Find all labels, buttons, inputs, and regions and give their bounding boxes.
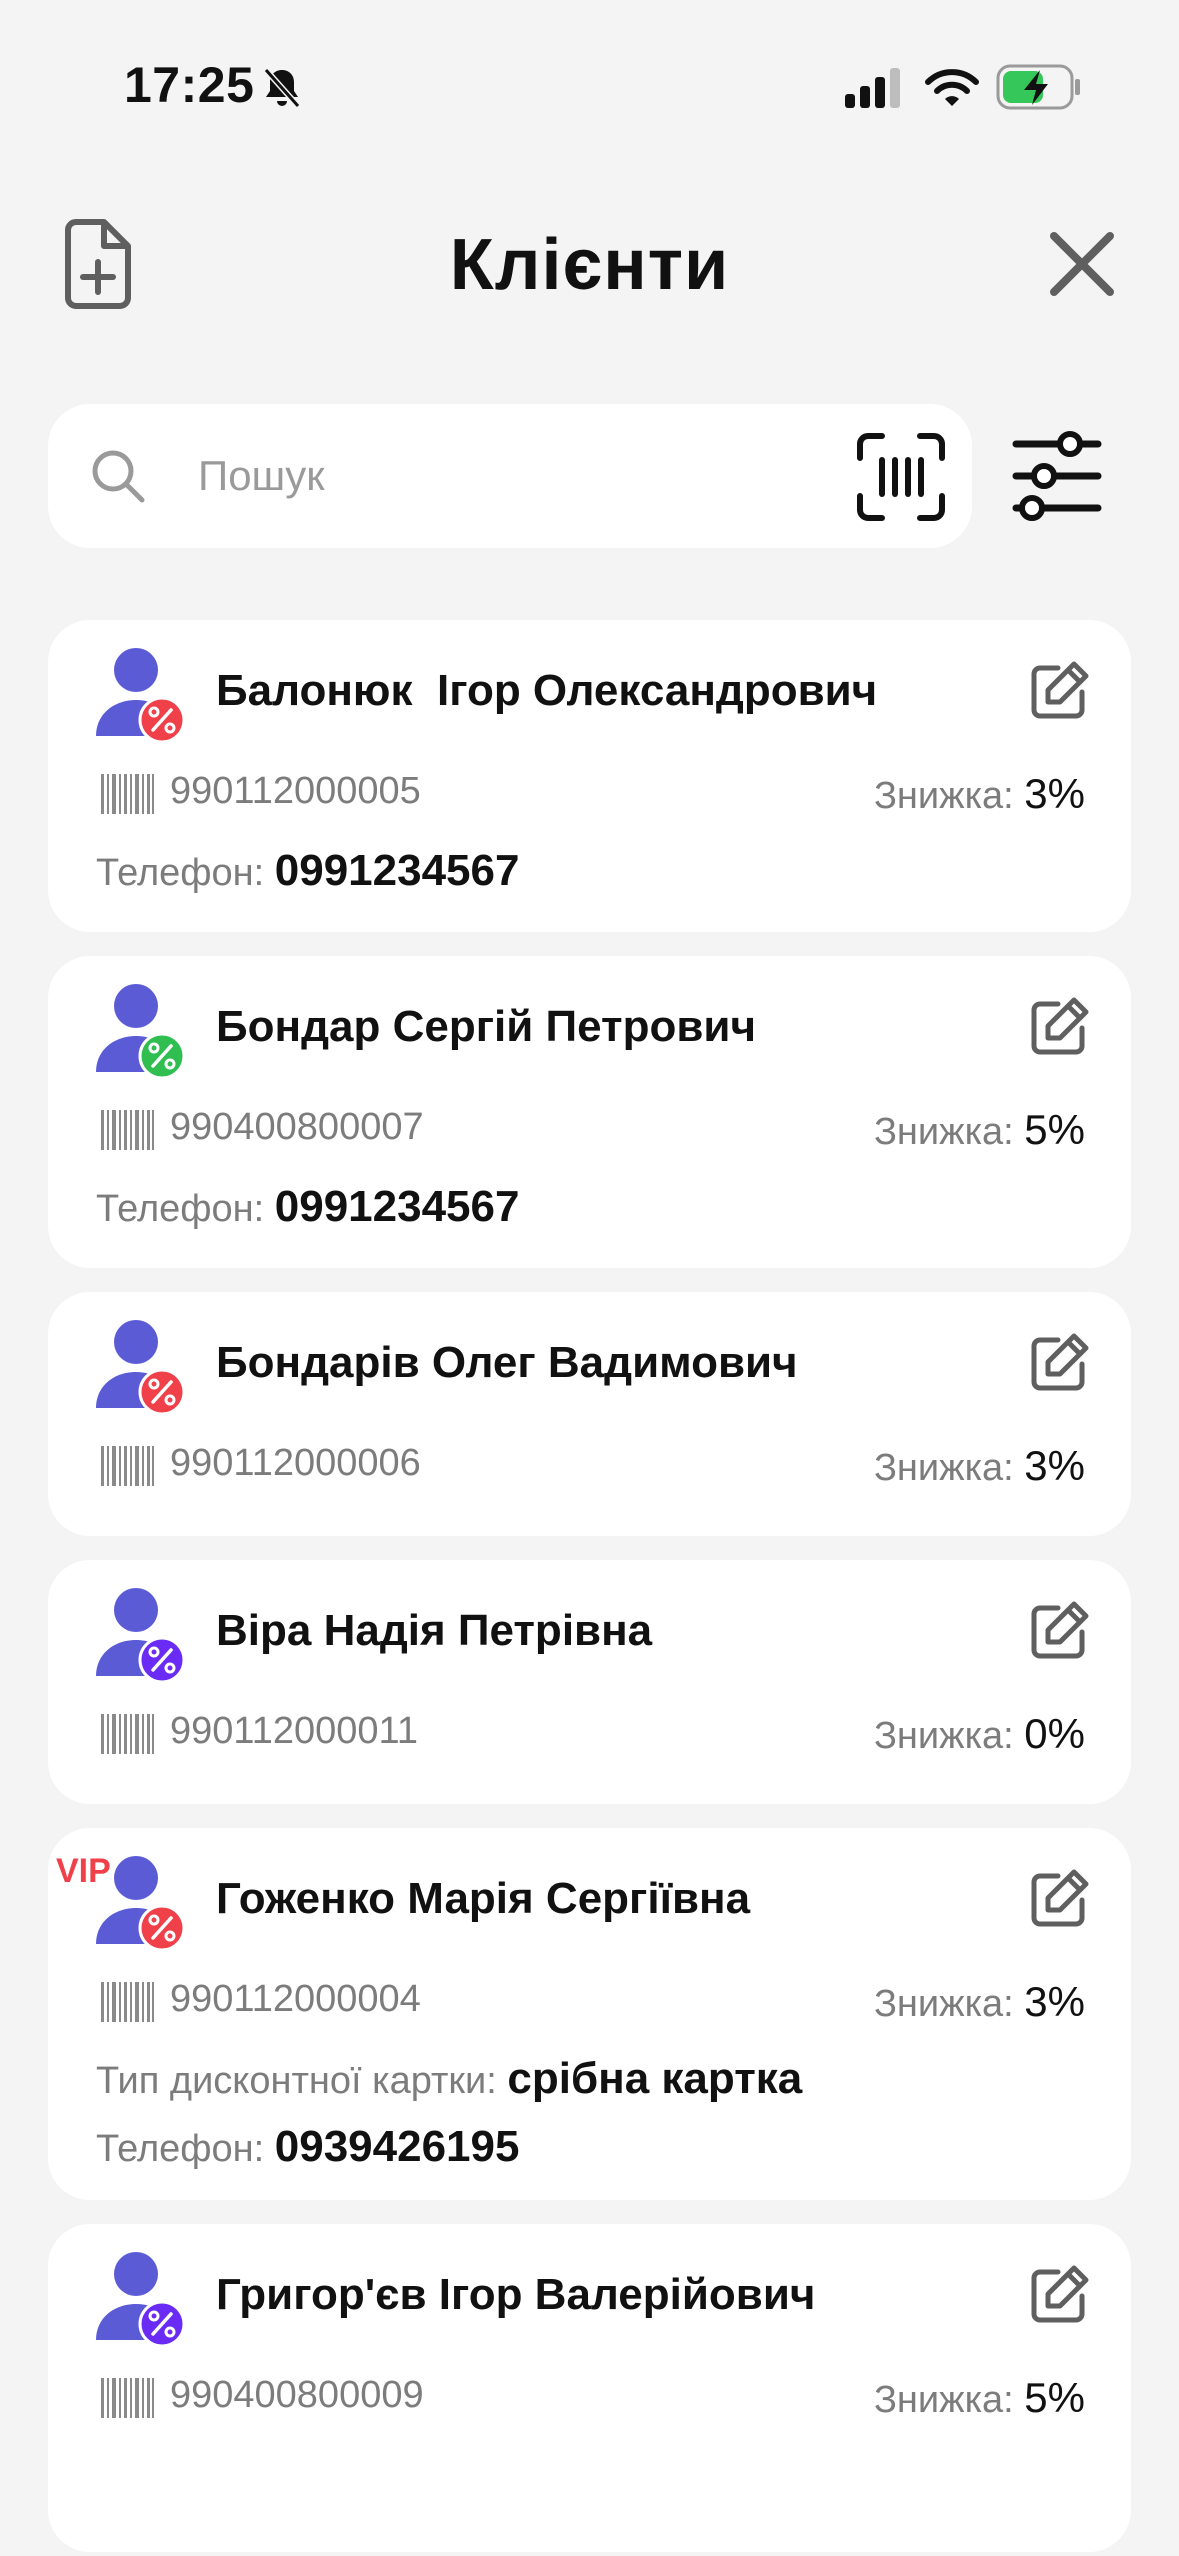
discount-value: 3% [1024, 770, 1085, 817]
search-input[interactable] [198, 434, 858, 518]
client-avatar-icon [96, 984, 186, 1080]
client-card[interactable]: Віра Надія Петрівна 990112000011 Знижка: … [48, 1560, 1131, 1804]
phone-value: 0991234567 [274, 1182, 520, 1231]
client-name: Віра Надія Петрівна [216, 1606, 653, 1655]
filter-sliders-icon[interactable] [1012, 426, 1102, 526]
client-avatar-icon [96, 2252, 186, 2348]
edit-icon[interactable] [1028, 996, 1090, 1058]
barcode-icon [101, 1982, 154, 2022]
barcode-icon [101, 2378, 154, 2418]
discount: Знижка: 3% [874, 1442, 1085, 1490]
card-code: 990112000005 [170, 770, 421, 812]
card-type-value: срібна картка [507, 2054, 803, 2103]
discount-label: Знижка: [873, 1111, 1014, 1153]
status-time: 17:25 [124, 57, 255, 113]
signal-icon [845, 68, 900, 108]
client-card[interactable]: VIP Гоженко Марія Сергіївна 990112000004 З… [48, 1828, 1131, 2200]
client-avatar-icon [96, 1320, 186, 1416]
card-code: 990112000011 [170, 1710, 418, 1752]
discount: Знижка: 5% [874, 2374, 1085, 2422]
phone-row: Телефон: 0991234567 [96, 1182, 519, 1232]
barcode-icon [101, 774, 154, 814]
phone-value: 0991234567 [274, 846, 520, 895]
page-title: Клієнти [449, 225, 730, 305]
card-code: 990112000004 [170, 1978, 421, 2020]
client-card[interactable]: Бондарів Олег Вадимович 990112000006 Зниж… [48, 1292, 1131, 1536]
card-code: 990400800009 [170, 2374, 424, 2416]
client-avatar-icon [96, 1588, 186, 1684]
discount: Знижка: 0% [874, 1710, 1085, 1758]
edit-icon[interactable] [1028, 1600, 1090, 1662]
client-name: Гоженко Марія Сергіївна [216, 1874, 751, 1923]
discount-value: 5% [1024, 2374, 1085, 2421]
discount-badge-icon [138, 696, 186, 744]
phone-row: Телефон: 0939426195 [96, 2122, 519, 2172]
discount-label: Знижка: [873, 1715, 1014, 1757]
card-code: 990400800007 [170, 1106, 424, 1148]
edit-icon[interactable] [1028, 1868, 1090, 1930]
client-name: Балонюк Ігор Олександрович [216, 666, 878, 715]
card-type-row: Тип дисконтної картки: срібна картка [96, 2054, 802, 2104]
discount-label: Знижка: [873, 1447, 1014, 1489]
discount-label: Знижка: [873, 1983, 1014, 2025]
phone-label: Телефон: [96, 1188, 265, 1230]
edit-icon[interactable] [1028, 2264, 1090, 2326]
card-code: 990112000006 [170, 1442, 421, 1484]
client-card[interactable]: Бондар Сергій Петрович 990400800007 Знижк… [48, 956, 1131, 1268]
header: Клієнти [0, 200, 1179, 330]
barcode-icon [101, 1714, 154, 1754]
phone-row: Телефон: 0991234567 [96, 846, 519, 896]
discount-label: Знижка: [873, 2379, 1014, 2421]
close-icon[interactable] [1044, 226, 1120, 302]
client-card[interactable]: Балонюк Ігор Олександрович 990112000005 З… [48, 620, 1131, 932]
status-bar: 17:25 [0, 0, 1179, 150]
discount: Знижка: 3% [874, 770, 1085, 818]
edit-icon[interactable] [1028, 1332, 1090, 1394]
client-avatar-icon [96, 648, 186, 744]
phone-value: 0939426195 [274, 2122, 520, 2171]
vip-tag: VIP [56, 1852, 111, 1890]
battery-charging-icon [996, 64, 1080, 110]
barcode-icon [101, 1110, 154, 1150]
discount-label: Знижка: [873, 775, 1014, 817]
discount-value: 0% [1024, 1710, 1085, 1757]
discount-value: 5% [1024, 1106, 1085, 1153]
client-card[interactable]: Григор'єв Ігор Валерійович 990400800009 З… [48, 2224, 1131, 2552]
search-box [48, 404, 972, 548]
discount: Знижка: 3% [874, 1978, 1085, 2026]
client-name: Бондар Сергій Петрович [216, 1002, 756, 1051]
edit-icon[interactable] [1028, 660, 1090, 722]
discount-value: 3% [1024, 1442, 1085, 1489]
wifi-icon [925, 69, 979, 106]
client-name: Бондарів Олег Вадимович [216, 1338, 798, 1387]
discount-badge-icon [138, 1368, 186, 1416]
discount-badge-icon [138, 1636, 186, 1684]
search-icon [92, 450, 145, 503]
barcode-icon [101, 1446, 154, 1486]
discount: Знижка: 5% [874, 1106, 1085, 1154]
discount-badge-icon [138, 1904, 186, 1952]
phone-label: Телефон: [96, 2128, 265, 2170]
discount-badge-icon [138, 2300, 186, 2348]
bell-slash-icon [263, 68, 301, 108]
phone-label: Телефон: [96, 852, 265, 894]
card-type-label: Тип дисконтної картки: [96, 2060, 497, 2102]
discount-badge-icon [138, 1032, 186, 1080]
client-name: Григор'єв Ігор Валерійович [216, 2270, 816, 2319]
discount-value: 3% [1024, 1978, 1085, 2025]
barcode-scan-icon[interactable] [854, 430, 948, 524]
